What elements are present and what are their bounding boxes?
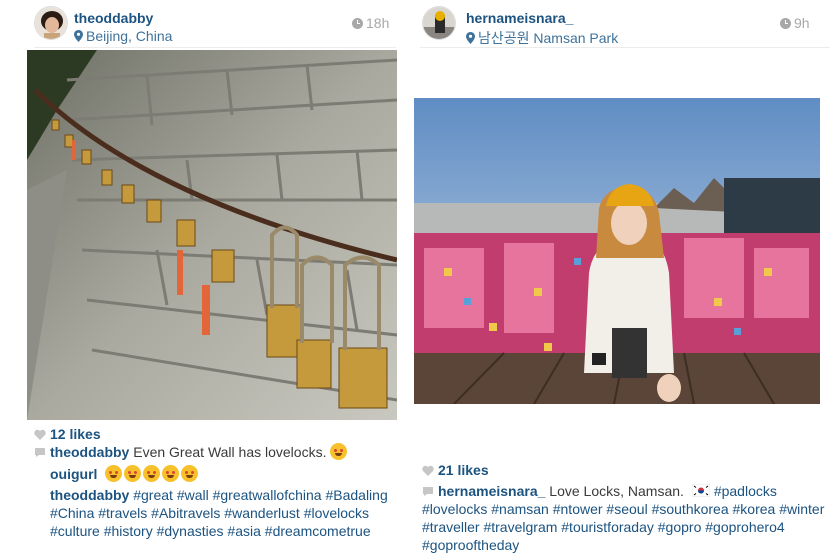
post-card-hernameisnara: hernameisnara_ 남산공원 Namsan Park 9h 21 li… xyxy=(410,0,840,560)
post-header: hernameisnara_ 남산공원 Namsan Park 9h xyxy=(410,6,840,46)
post-photo-great-wall-lovelocks[interactable] xyxy=(27,50,397,420)
post-card-theoddabby: theoddabby Beijing, China 18h 12 likes t… xyxy=(0,0,410,560)
likes-label: 12 likes xyxy=(50,426,101,442)
post-photo-namsan-lovelocks[interactable] xyxy=(414,98,820,404)
smiling-face-emoji xyxy=(162,465,180,482)
caption-username[interactable]: hernameisnara_ xyxy=(438,483,545,499)
likes-count[interactable]: 12 likes xyxy=(34,426,101,442)
time-label: 9h xyxy=(794,15,810,31)
post-timestamp: 18h xyxy=(352,15,389,31)
likes-label: 21 likes xyxy=(438,462,489,478)
caption: hernameisnara_ Love Locks, Namsan. #padl… xyxy=(422,482,832,554)
smiling-face-emoji xyxy=(143,465,161,482)
comment: ouigurl xyxy=(50,465,400,483)
post-username[interactable]: theoddabby xyxy=(74,10,153,26)
header-divider xyxy=(34,47,396,48)
location-pin-icon xyxy=(466,32,475,44)
time-label: 18h xyxy=(366,15,390,31)
location-label: 남산공원 Namsan Park xyxy=(478,30,619,46)
caption-text: Love Locks, Namsan. xyxy=(549,483,684,499)
comment-username[interactable]: ouigurl xyxy=(50,466,97,482)
smiling-face-emoji xyxy=(330,443,348,460)
post-header: theoddabby Beijing, China 18h xyxy=(0,6,410,46)
caption: theoddabby Even Great Wall has lovelocks… xyxy=(34,443,404,461)
location-label: Beijing, China xyxy=(86,28,173,44)
smiling-face-emoji xyxy=(124,465,142,482)
post-location[interactable]: Beijing, China xyxy=(74,28,172,44)
post-username[interactable]: hernameisnara_ xyxy=(466,10,573,26)
clock-icon xyxy=(352,18,363,29)
header-divider xyxy=(420,47,830,48)
avatar[interactable] xyxy=(34,6,68,40)
likes-count[interactable]: 21 likes xyxy=(422,462,489,478)
korean-flag-emoji xyxy=(691,483,711,498)
caption-text: Even Great Wall has lovelocks. xyxy=(133,444,327,460)
location-pin-icon xyxy=(74,30,83,42)
smiling-face-emoji xyxy=(181,465,199,482)
clock-icon xyxy=(780,18,791,29)
post-location[interactable]: 남산공원 Namsan Park xyxy=(466,28,618,48)
comment-bubble-icon xyxy=(423,487,433,496)
hashtag-comment-username[interactable]: theoddabby xyxy=(50,487,129,503)
comment-bubble-icon xyxy=(35,448,45,457)
hashtag-comment: theoddabby #great #wall #greatwallofchin… xyxy=(50,486,395,540)
caption-username[interactable]: theoddabby xyxy=(50,444,129,460)
heart-icon xyxy=(34,429,46,440)
avatar[interactable] xyxy=(422,6,456,40)
smiling-face-emoji xyxy=(105,465,123,482)
heart-icon xyxy=(422,465,434,476)
post-timestamp: 9h xyxy=(780,15,810,31)
